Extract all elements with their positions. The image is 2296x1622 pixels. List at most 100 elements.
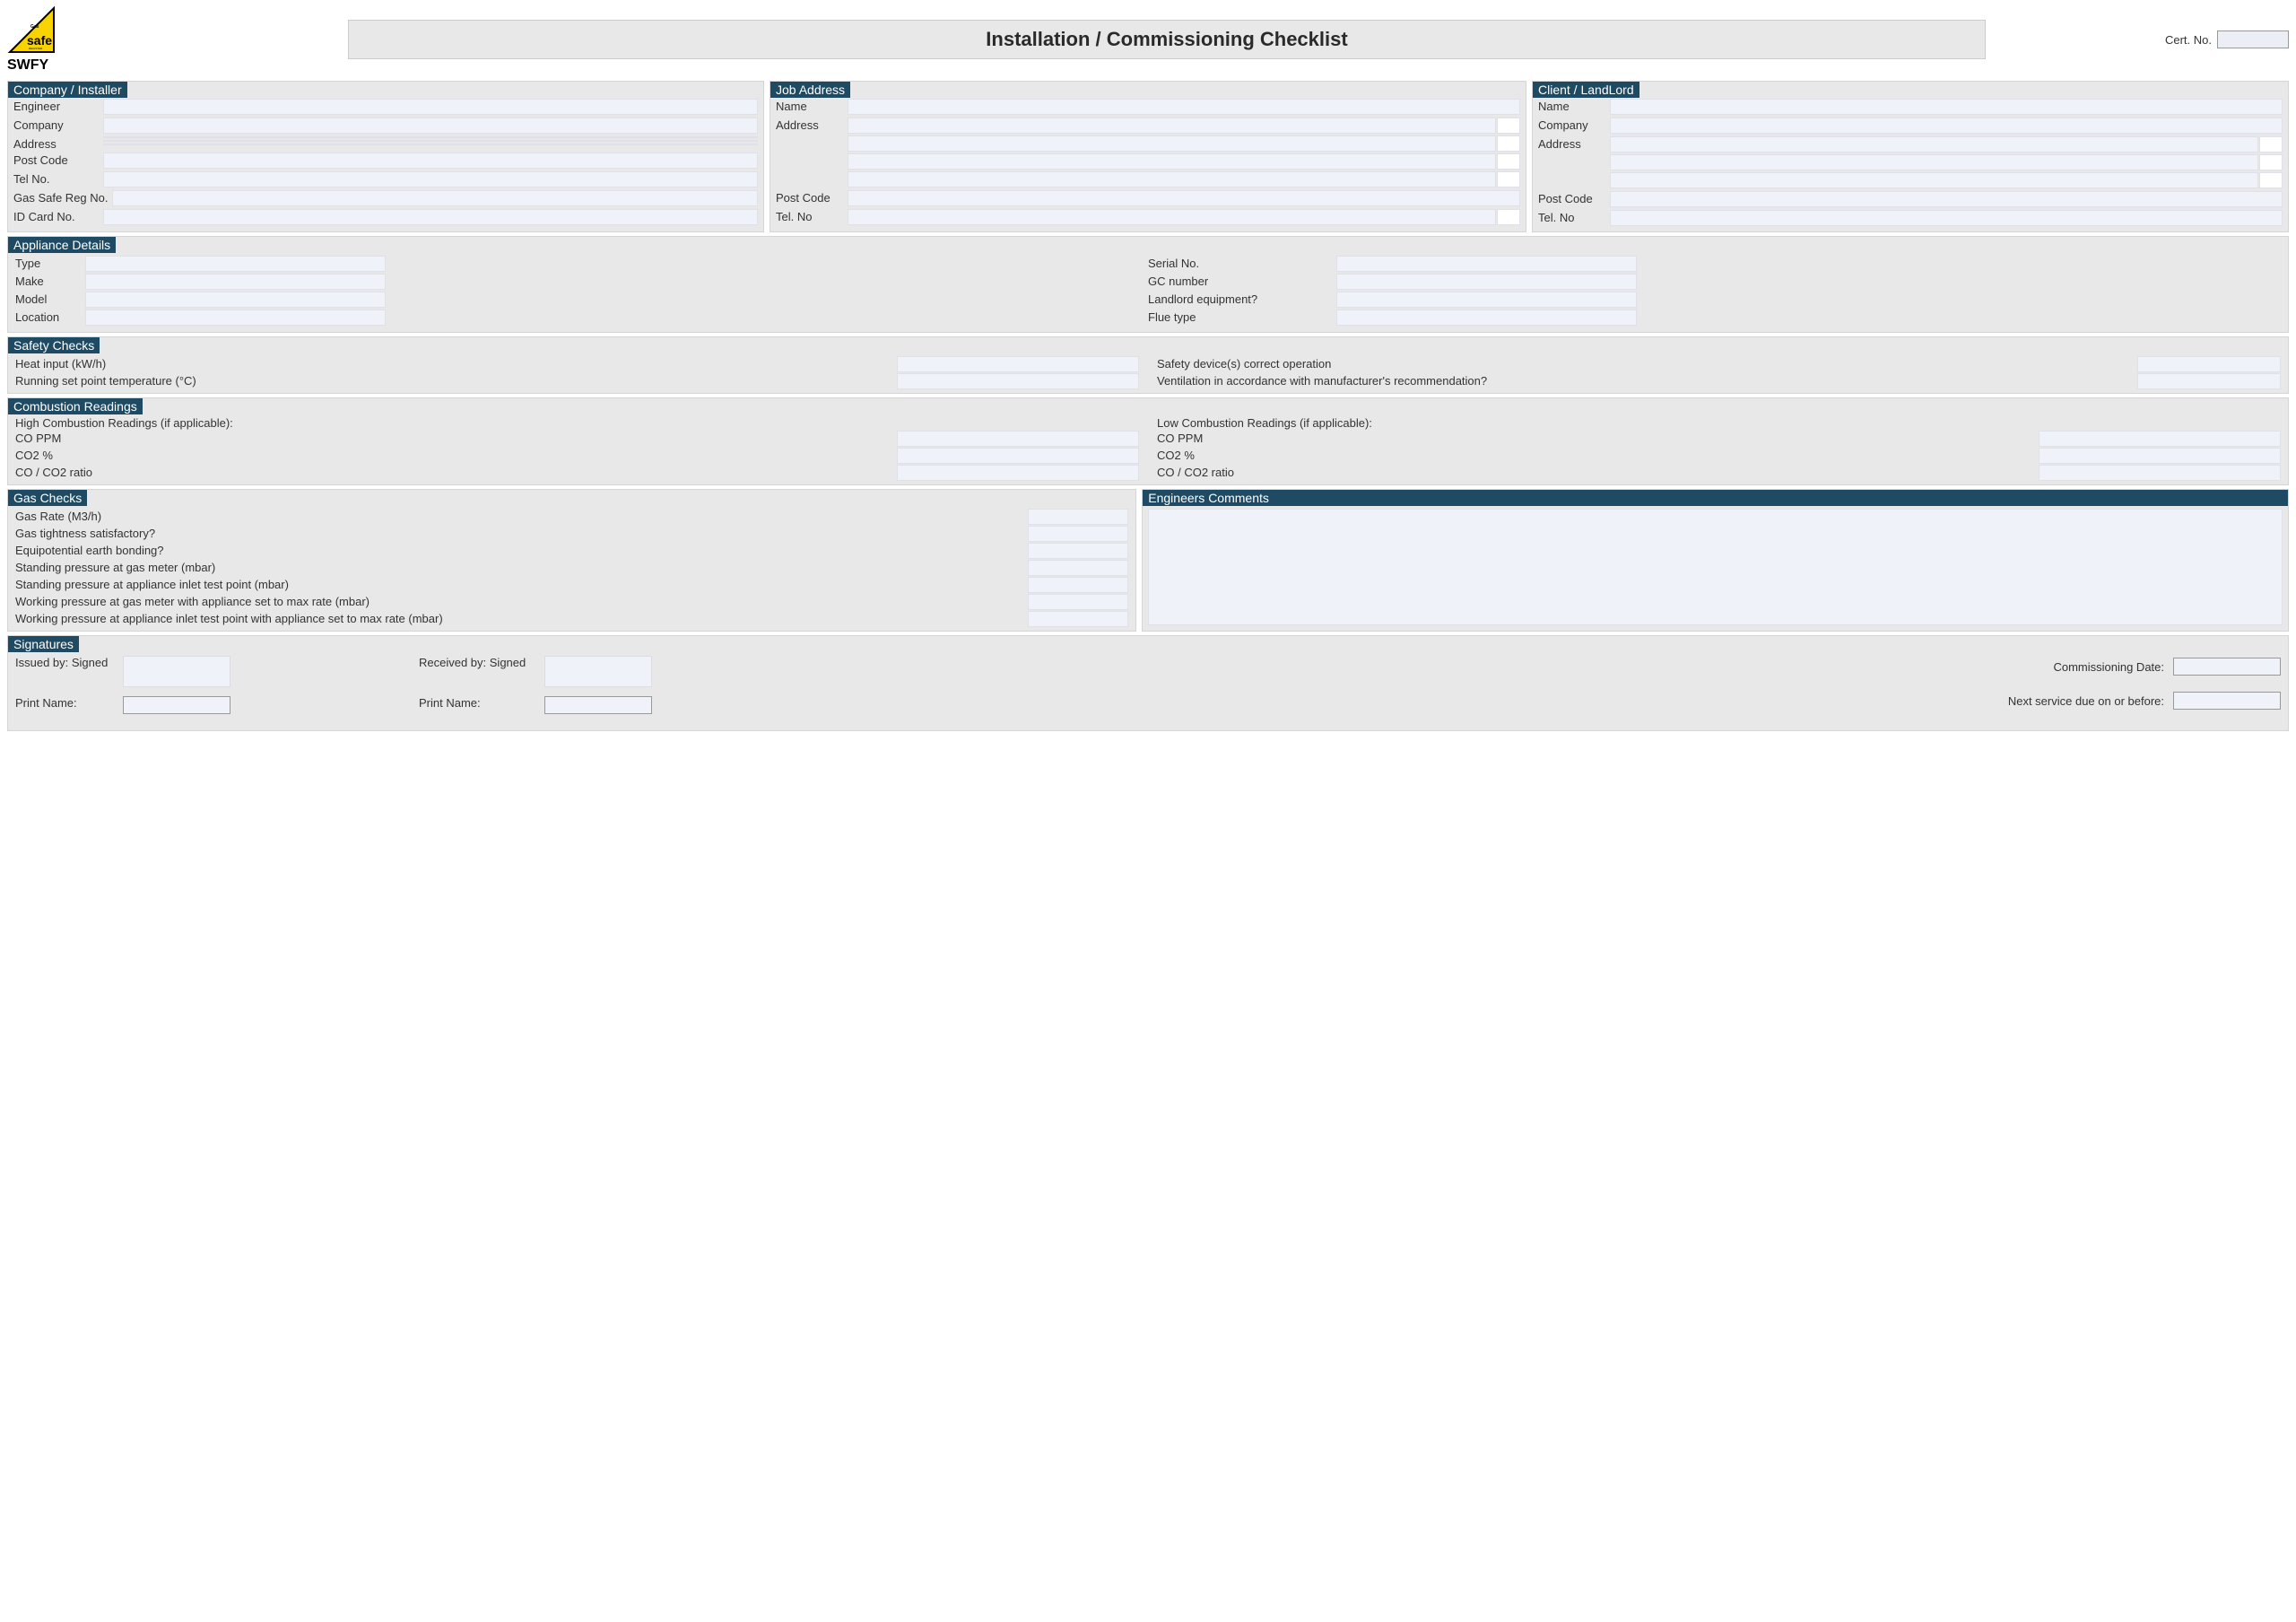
running-input[interactable] xyxy=(897,373,1139,389)
comm-date-input[interactable] xyxy=(2173,658,2281,676)
gassafe-input[interactable] xyxy=(112,190,758,206)
low-co2-input[interactable] xyxy=(2039,448,2281,464)
standing-meter-label: Standing pressure at gas meter (mbar) xyxy=(15,561,1028,574)
received-sign-box[interactable] xyxy=(544,656,652,687)
safety-dev-label: Safety device(s) correct operation xyxy=(1157,357,2128,371)
location-input[interactable] xyxy=(85,310,386,326)
received-print-input[interactable] xyxy=(544,696,652,714)
standing-inlet-label: Standing pressure at appliance inlet tes… xyxy=(15,578,1028,591)
gas-header: Gas Checks xyxy=(8,490,87,506)
low-co-ppm-input[interactable] xyxy=(2039,431,2281,447)
working-inlet-label: Working pressure at appliance inlet test… xyxy=(15,612,1028,625)
company-address-3[interactable] xyxy=(103,144,758,145)
client-address-3[interactable] xyxy=(1610,172,2258,188)
client-address-label: Address xyxy=(1538,136,1610,151)
job-address-4b[interactable] xyxy=(1497,171,1520,187)
landlord-eq-input[interactable] xyxy=(1336,292,1637,308)
tightness-input[interactable] xyxy=(1028,526,1128,542)
low-co2-label: CO2 % xyxy=(1157,449,2030,462)
comments-input[interactable] xyxy=(1148,509,2283,625)
engineer-label: Engineer xyxy=(13,99,103,113)
signatures-panel: Signatures Issued by: Signed Print Name:… xyxy=(7,635,2289,731)
gc-label: GC number xyxy=(1148,274,1336,288)
high-comb-header: High Combustion Readings (if applicable)… xyxy=(15,416,1139,430)
make-input[interactable] xyxy=(85,274,386,290)
vent-input[interactable] xyxy=(2137,373,2281,389)
safety-dev-input[interactable] xyxy=(2137,356,2281,372)
job-address-3[interactable] xyxy=(848,153,1496,170)
cert-no-input[interactable] xyxy=(2217,31,2289,48)
high-co2-label: CO2 % xyxy=(15,449,888,462)
engineer-input[interactable] xyxy=(103,99,758,115)
signatures-header: Signatures xyxy=(8,636,79,652)
high-co2-input[interactable] xyxy=(897,448,1139,464)
company-tel-input[interactable] xyxy=(103,171,758,187)
serial-label: Serial No. xyxy=(1148,256,1336,270)
job-tel-input[interactable] xyxy=(848,209,1496,225)
flue-input[interactable] xyxy=(1336,310,1637,326)
standing-meter-input[interactable] xyxy=(1028,560,1128,576)
model-input[interactable] xyxy=(85,292,386,308)
heat-input[interactable] xyxy=(897,356,1139,372)
combustion-panel: Combustion Readings High Combustion Read… xyxy=(7,397,2289,485)
high-co-ppm-input[interactable] xyxy=(897,431,1139,447)
appliance-header: Appliance Details xyxy=(8,237,116,253)
job-address-3b[interactable] xyxy=(1497,153,1520,170)
client-postcode-input[interactable] xyxy=(1610,191,2283,207)
title-bar: Installation / Commissioning Checklist xyxy=(348,20,1986,59)
company-input[interactable] xyxy=(103,118,758,134)
job-panel: Job Address Name Address Post Code Tel. … xyxy=(770,81,1526,232)
job-address-2[interactable] xyxy=(848,135,1496,152)
comments-header: Engineers Comments xyxy=(1143,490,2288,506)
serial-input[interactable] xyxy=(1336,256,1637,272)
high-ratio-input[interactable] xyxy=(897,465,1139,481)
job-name-label: Name xyxy=(776,99,848,113)
client-company-input[interactable] xyxy=(1610,118,2283,134)
high-ratio-label: CO / CO2 ratio xyxy=(15,466,888,479)
client-address-1[interactable] xyxy=(1610,136,2258,153)
client-address-2[interactable] xyxy=(1610,154,2258,170)
client-address-3b[interactable] xyxy=(2259,172,2283,188)
location-label: Location xyxy=(15,310,85,324)
issued-print-input[interactable] xyxy=(123,696,230,714)
heat-label: Heat input (kW/h) xyxy=(15,357,888,371)
idcard-label: ID Card No. xyxy=(13,209,103,223)
gas-rate-input[interactable] xyxy=(1028,509,1128,525)
working-meter-input[interactable] xyxy=(1028,594,1128,610)
working-inlet-input[interactable] xyxy=(1028,611,1128,627)
next-service-label: Next service due on or before: xyxy=(2008,694,2164,708)
tightness-label: Gas tightness satisfactory? xyxy=(15,527,1028,540)
bonding-input[interactable] xyxy=(1028,543,1128,559)
job-address-1b[interactable] xyxy=(1497,118,1520,134)
job-address-2b[interactable] xyxy=(1497,135,1520,152)
logo-sub-label: SWFY xyxy=(7,57,88,74)
client-address-1b[interactable] xyxy=(2259,136,2283,153)
cert-no-label: Cert. No. xyxy=(2165,33,2212,47)
type-input[interactable] xyxy=(85,256,386,272)
job-tel-input-b[interactable] xyxy=(1497,209,1520,225)
company-header: Company / Installer xyxy=(8,82,127,98)
standing-inlet-input[interactable] xyxy=(1028,577,1128,593)
gc-input[interactable] xyxy=(1336,274,1637,290)
job-address-4[interactable] xyxy=(848,171,1496,187)
next-service-input[interactable] xyxy=(2173,692,2281,710)
client-postcode-label: Post Code xyxy=(1538,191,1610,205)
low-ratio-input[interactable] xyxy=(2039,465,2281,481)
company-address-1[interactable] xyxy=(103,136,758,138)
client-tel-input[interactable] xyxy=(1610,210,2283,226)
gassafe-label: Gas Safe Reg No. xyxy=(13,190,112,205)
company-postcode-input[interactable] xyxy=(103,153,758,169)
client-header: Client / LandLord xyxy=(1533,82,1639,98)
issued-sign-box[interactable] xyxy=(123,656,230,687)
page-title: Installation / Commissioning Checklist xyxy=(348,20,1986,59)
safety-panel: Safety Checks Heat input (kW/h) Running … xyxy=(7,336,2289,394)
client-address-2b[interactable] xyxy=(2259,154,2283,170)
type-label: Type xyxy=(15,256,85,270)
client-name-input[interactable] xyxy=(1610,99,2283,115)
idcard-input[interactable] xyxy=(103,209,758,225)
svg-text:REGISTER: REGISTER xyxy=(29,47,43,50)
job-name-input[interactable] xyxy=(848,99,1520,115)
job-address-1[interactable] xyxy=(848,118,1496,134)
company-address-2[interactable] xyxy=(103,140,758,142)
job-postcode-input[interactable] xyxy=(848,190,1520,206)
